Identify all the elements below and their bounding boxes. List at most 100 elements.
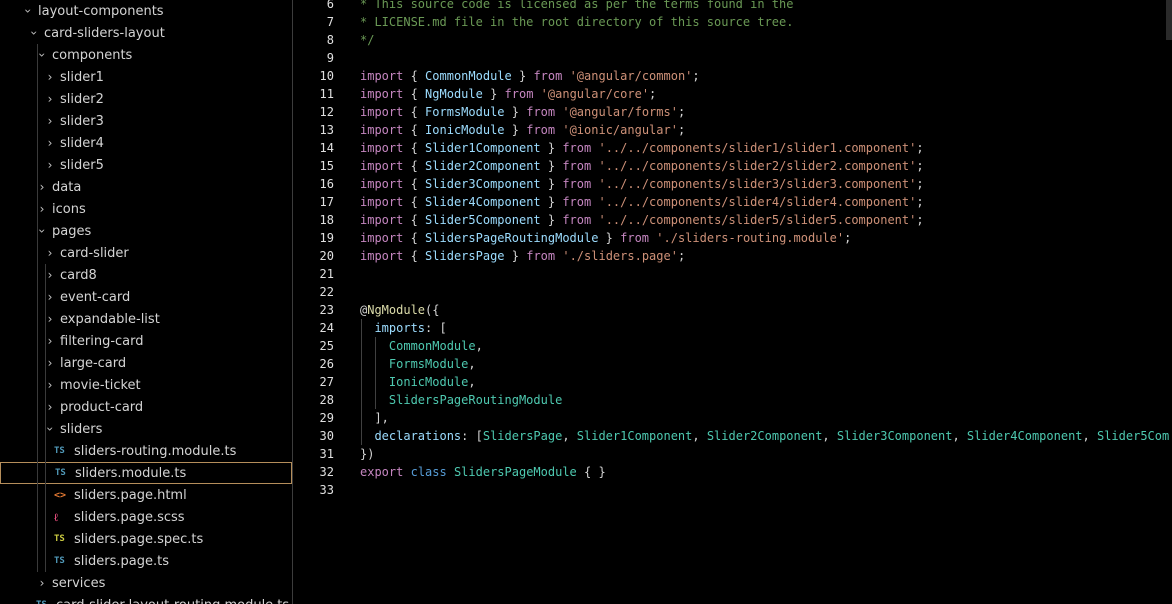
code-line: 18 import { Slider5Component } from '../.… xyxy=(294,211,1172,229)
tree-item-label: slider5 xyxy=(60,157,104,173)
chevron-right-icon[interactable]: › xyxy=(42,132,58,154)
line-number: 29 xyxy=(319,411,334,425)
folder-expandable-list[interactable]: › expandable-list xyxy=(0,308,292,330)
code-text: import { Slider1Component } from '../../… xyxy=(360,139,924,157)
code-line: 6 * This source code is licensed as per t… xyxy=(294,0,1172,13)
code-token: '@ionic/angular' xyxy=(562,123,678,137)
code-token: from xyxy=(562,141,592,155)
folder-sliders[interactable]: › sliders xyxy=(0,418,292,440)
code-line: 7 * LICENSE.md file in the root directory… xyxy=(294,13,1172,31)
file-sliders-page-ts[interactable]: TS sliders.page.ts xyxy=(0,550,292,572)
file-sliders-routing-module-ts[interactable]: TS sliders-routing.module.ts xyxy=(0,440,292,462)
editor-scrollbar[interactable] xyxy=(1166,0,1172,40)
code-token: class xyxy=(410,465,447,479)
tree-item-label: large-card xyxy=(60,355,127,371)
chevron-down-icon[interactable]: › xyxy=(31,47,53,63)
code-token: ; xyxy=(916,195,924,209)
chevron-right-icon[interactable]: › xyxy=(34,572,50,594)
chevron-right-icon[interactable]: › xyxy=(42,66,58,88)
code-token: CommonModule xyxy=(388,339,476,353)
code-token: ], xyxy=(360,411,389,425)
file-sliders-module-ts[interactable]: TS sliders.module.ts xyxy=(0,462,292,484)
line-number: 6 xyxy=(326,0,334,11)
folder-services[interactable]: › services xyxy=(0,572,292,594)
folder-product-card[interactable]: › product-card xyxy=(0,396,292,418)
tree-item-label: sliders xyxy=(60,421,103,437)
code-token: Slider5Com xyxy=(1096,429,1170,443)
chevron-right-icon[interactable]: › xyxy=(42,242,58,264)
code-token: from xyxy=(526,123,556,137)
file-sliders-page-html[interactable]: <> sliders.page.html xyxy=(0,484,292,506)
chevron-down-icon[interactable]: › xyxy=(17,3,39,19)
folder-card-sliders-layout[interactable]: › card-sliders-layout xyxy=(0,22,292,44)
folder-large-card[interactable]: › large-card xyxy=(0,352,292,374)
typescript-file-icon: TS xyxy=(54,534,65,544)
folder-card8[interactable]: › card8 xyxy=(0,264,292,286)
code-text: import { NgModule } from '@angular/core'… xyxy=(360,85,656,103)
folder-pages[interactable]: › pages xyxy=(0,220,292,242)
tree-item-label: movie-ticket xyxy=(60,377,141,393)
code-token: SlidersPage xyxy=(482,429,563,443)
line-number: 14 xyxy=(319,141,334,155)
line-number: 24 xyxy=(319,321,334,335)
code-token: ; xyxy=(916,177,924,191)
folder-slider2[interactable]: › slider2 xyxy=(0,88,292,110)
code-token: ; xyxy=(677,249,686,263)
tree-item-label: sliders.page.html xyxy=(74,487,187,503)
folder-components[interactable]: › components xyxy=(0,44,292,66)
folder-icons[interactable]: › icons xyxy=(0,198,292,220)
line-number: 23 xyxy=(319,303,334,317)
code-line: 29 ], xyxy=(294,409,1172,427)
code-token: from xyxy=(533,69,563,83)
tree-item-label: sliders.page.scss xyxy=(74,509,185,525)
code-token: declarations xyxy=(374,429,462,443)
code-line: 12 import { FormsModule } from '@angular/… xyxy=(294,103,1172,121)
scss-file-icon: ℓ xyxy=(54,510,59,524)
file-sliders-page-spec-ts[interactable]: TS sliders.page.spec.ts xyxy=(0,528,292,550)
tree-item-label: card-slider-layout-routing.module.ts xyxy=(54,598,289,604)
code-text: CommonModule, xyxy=(360,337,483,355)
code-token: import xyxy=(360,195,404,209)
tree-item-label: pages xyxy=(52,223,92,239)
folder-data[interactable]: › data xyxy=(0,176,292,198)
code-token: ; xyxy=(916,159,924,173)
code-token: }) xyxy=(360,447,375,461)
line-number: 32 xyxy=(319,465,334,479)
folder-card-slider[interactable]: › card-slider xyxy=(0,242,292,264)
folder-layout-components[interactable]: › layout-components xyxy=(0,0,292,22)
folder-slider4[interactable]: › slider4 xyxy=(0,132,292,154)
code-token: import xyxy=(360,105,404,119)
tree-item-label: slider3 xyxy=(60,113,104,129)
code-token: } xyxy=(504,123,527,137)
code-token: '../../components/slider2/slider2.compon… xyxy=(598,159,917,173)
tree-item-label: event-card xyxy=(60,289,131,305)
line-number: 20 xyxy=(319,249,334,263)
line-number: 21 xyxy=(319,267,334,281)
code-token: SlidersPageRoutingModule xyxy=(425,231,599,245)
code-token: FormsModule xyxy=(388,357,469,371)
code-editor[interactable]: 6 * This source code is licensed as per t… xyxy=(294,0,1172,604)
code-line: 11 import { NgModule } from '@angular/cor… xyxy=(294,85,1172,103)
chevron-down-icon[interactable]: › xyxy=(23,25,45,41)
folder-movie-ticket[interactable]: › movie-ticket xyxy=(0,374,292,396)
folder-slider1[interactable]: › slider1 xyxy=(0,66,292,88)
file-sliders-page-scss[interactable]: ℓ sliders.page.scss xyxy=(0,506,292,528)
folder-slider3[interactable]: › slider3 xyxy=(0,110,292,132)
chevron-down-icon[interactable]: › xyxy=(39,421,61,437)
file-card-slider-layout-routing-module-ts[interactable]: TScard-slider-layout-routing.module.ts xyxy=(0,594,292,604)
code-text: export class SlidersPageModule { } xyxy=(360,463,606,481)
code-token: export xyxy=(360,465,404,479)
folder-slider5[interactable]: › slider5 xyxy=(0,154,292,176)
folder-filtering-card[interactable]: › filtering-card xyxy=(0,330,292,352)
chevron-right-icon[interactable]: › xyxy=(42,110,58,132)
chevron-down-icon[interactable]: › xyxy=(31,223,53,239)
chevron-right-icon[interactable]: › xyxy=(42,88,58,110)
code-line: 27 IonicModule, xyxy=(294,373,1172,391)
code-line: 22 xyxy=(294,283,1172,301)
folder-event-card[interactable]: › event-card xyxy=(0,286,292,308)
chevron-right-icon[interactable]: › xyxy=(42,154,58,176)
code-token: Slider4Component xyxy=(966,429,1083,443)
code-token: FormsModule xyxy=(425,105,505,119)
